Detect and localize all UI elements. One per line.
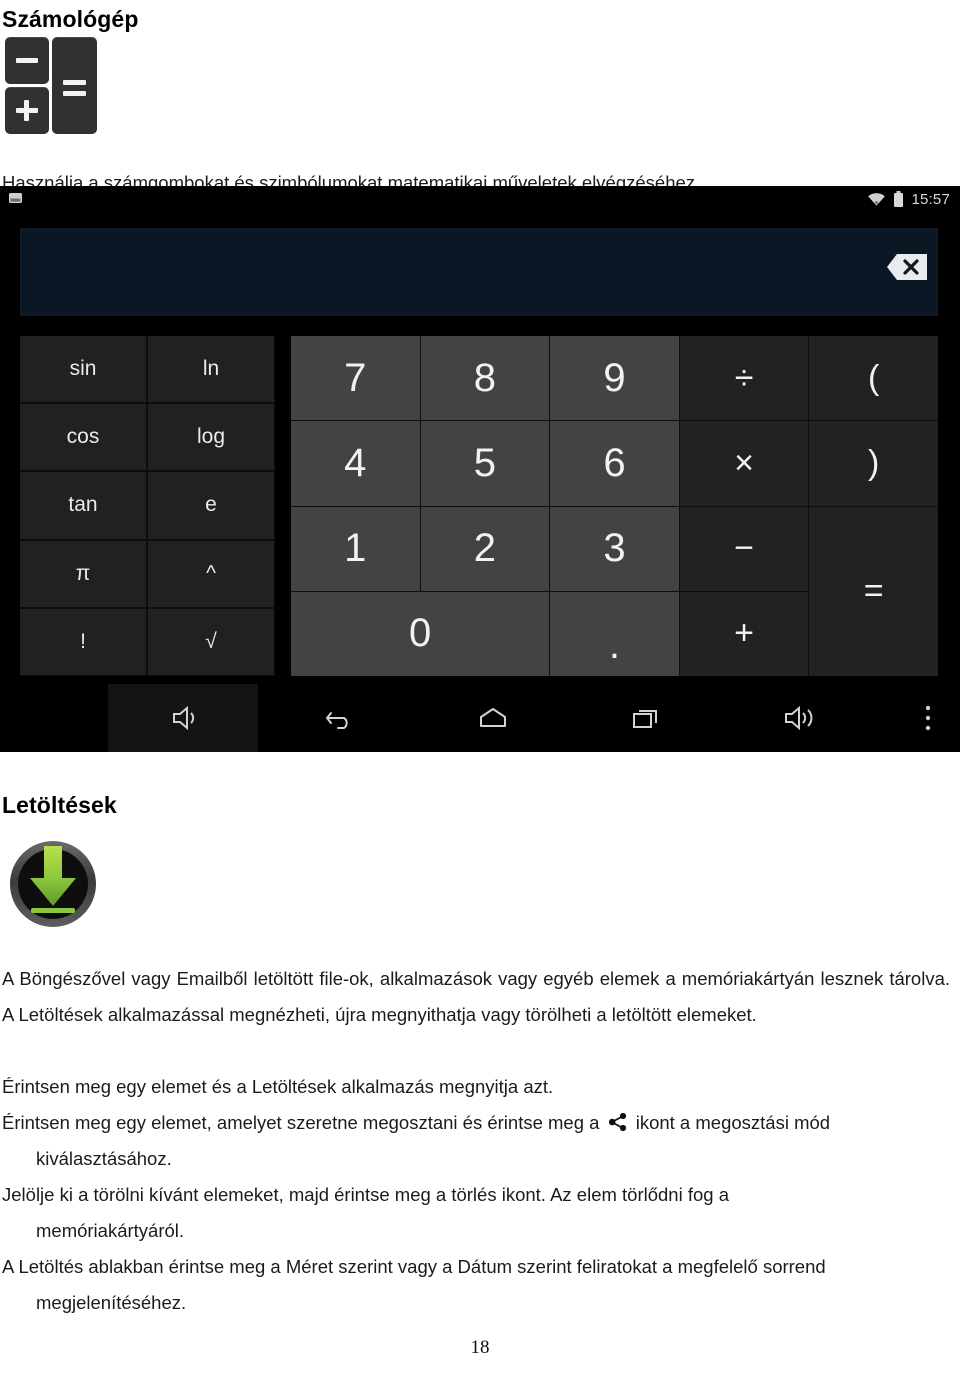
key-minus[interactable]: − <box>679 506 809 591</box>
key-pi[interactable]: π <box>20 540 147 608</box>
key-log[interactable]: log <box>148 404 275 472</box>
key-tan[interactable]: tan <box>20 472 147 540</box>
key-3[interactable]: 3 <box>550 506 679 591</box>
calc-icon-minus-key <box>5 37 49 84</box>
key-e[interactable]: e <box>148 472 275 540</box>
page-title-downloads: Letöltések <box>2 792 117 818</box>
number-key-pad: 7 8 9 ÷ ( 4 5 6 × ) 1 2 3 − = 0 . + <box>291 336 938 676</box>
key-sin[interactable]: sin <box>20 336 147 404</box>
delete-instruction-line2: memóriakártyáról. <box>36 1219 185 1241</box>
calculator-display[interactable] <box>20 228 938 316</box>
key-5[interactable]: 5 <box>420 421 550 506</box>
android-status-bar: 15:57 <box>0 186 960 212</box>
key-ln[interactable]: ln <box>148 336 275 404</box>
key-9[interactable]: 9 <box>550 336 679 421</box>
key-decimal-point[interactable]: . <box>550 591 679 676</box>
android-navigation-bar <box>0 684 960 752</box>
key-2[interactable]: 2 <box>420 506 550 591</box>
battery-icon <box>893 190 904 208</box>
calculator-app-icon <box>5 37 97 135</box>
share-instruction-after: ikont a megosztási mód <box>635 1111 831 1133</box>
backspace-icon[interactable] <box>871 251 929 283</box>
recent-apps-icon[interactable] <box>571 684 721 752</box>
downloads-paragraph-2: Érintsen meg egy elemet és a Letöltések … <box>2 1075 554 1097</box>
volume-down-icon[interactable] <box>108 684 258 752</box>
key-divide[interactable]: ÷ <box>679 336 809 421</box>
key-plus[interactable]: + <box>679 591 809 676</box>
key-4[interactable]: 4 <box>291 421 420 506</box>
downloads-paragraph-4: Jelölje ki a törölni kívánt elemeket, ma… <box>2 1177 950 1249</box>
key-1[interactable]: 1 <box>291 506 420 591</box>
function-key-pad: sin ln cos log tan e π ^ ! √ <box>20 336 275 676</box>
share-icon <box>608 1112 628 1132</box>
key-power[interactable]: ^ <box>148 540 275 608</box>
key-paren-close[interactable]: ) <box>809 421 938 506</box>
key-factorial[interactable]: ! <box>20 608 147 676</box>
key-8[interactable]: 8 <box>420 336 550 421</box>
delete-instruction-line1: Jelölje ki a törölni kívánt elemeket, ma… <box>2 1183 729 1205</box>
calc-icon-equals-key <box>52 37 97 134</box>
calculator-screenshot: 15:57 sin ln cos log tan e π ^ ! √ 7 8 9… <box>0 186 960 752</box>
page-title-calculator: Számológép <box>2 6 139 32</box>
share-instruction-before: Érintsen meg egy elemet, amelyet szeretn… <box>2 1111 600 1133</box>
sort-instruction-line1: A Letöltés ablakban érintse meg a Méret … <box>2 1255 826 1277</box>
document-page: Számológép Használja a számgombokat és s… <box>0 0 960 1382</box>
key-paren-open[interactable]: ( <box>809 336 938 421</box>
overflow-menu-icon[interactable] <box>905 684 951 752</box>
back-icon[interactable] <box>265 684 415 752</box>
sd-card-icon <box>8 191 23 206</box>
status-bar-right-group: 15:57 <box>867 188 950 210</box>
volume-up-icon[interactable] <box>724 684 874 752</box>
downloads-paragraph-3: Érintsen meg egy elemet, amelyet szeretn… <box>2 1105 950 1177</box>
key-multiply[interactable]: × <box>679 421 809 506</box>
status-bar-clock: 15:57 <box>911 190 950 208</box>
downloads-paragraph-5: A Letöltés ablakban érintse meg a Méret … <box>2 1249 950 1321</box>
calc-icon-plus-key <box>5 87 49 134</box>
home-icon[interactable] <box>418 684 568 752</box>
key-7[interactable]: 7 <box>291 336 420 421</box>
key-cos[interactable]: cos <box>20 404 147 472</box>
sort-instruction-line2: megjelenítéséhez. <box>36 1291 187 1313</box>
key-sqrt[interactable]: √ <box>148 608 275 676</box>
calculator-keypad: sin ln cos log tan e π ^ ! √ 7 8 9 ÷ ( 4 <box>0 336 960 676</box>
downloads-paragraph-1: A Böngészővel vagy Emailből letöltött fi… <box>2 967 950 1025</box>
share-instruction-line2: kiválasztásához. <box>36 1147 172 1169</box>
key-0[interactable]: 0 <box>291 591 550 676</box>
downloads-app-icon <box>8 838 98 928</box>
wifi-icon <box>867 192 886 207</box>
key-6[interactable]: 6 <box>550 421 679 506</box>
key-equals[interactable]: = <box>809 506 938 676</box>
page-number: 18 <box>470 1337 490 1358</box>
